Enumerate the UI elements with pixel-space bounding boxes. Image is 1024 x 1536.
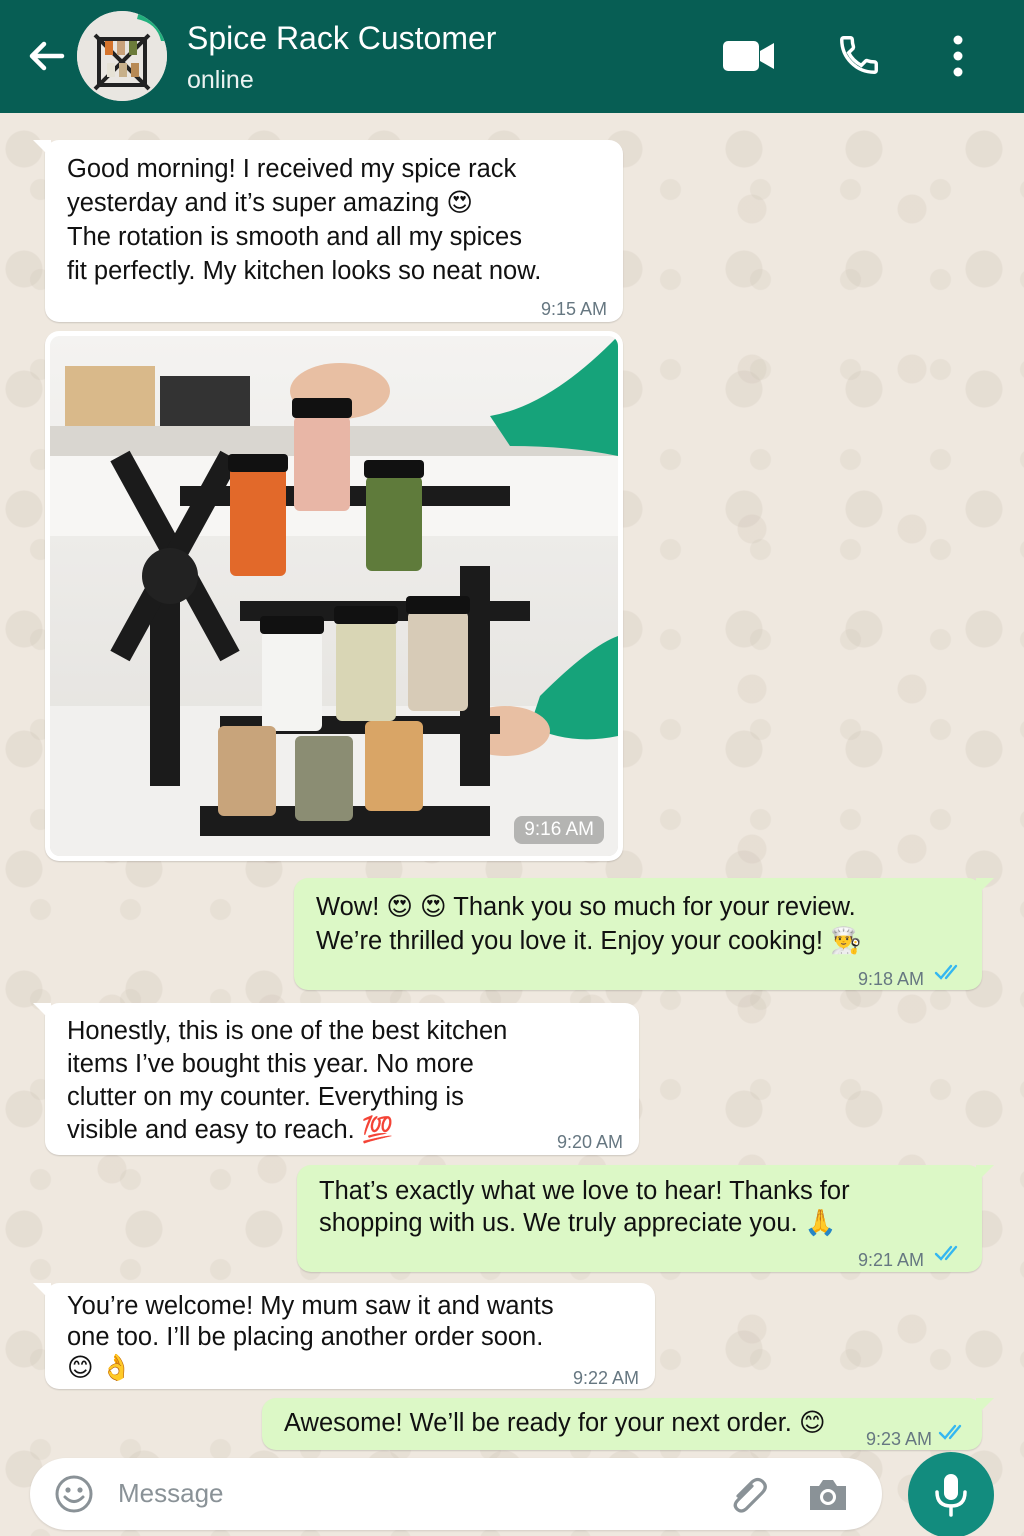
contact-avatar[interactable] [77, 11, 167, 101]
message-line: We’re thrilled you love it. Enjoy your c… [316, 927, 862, 955]
message-line: Honestly, this is one of the best kitche… [67, 1017, 508, 1045]
message-time: 9:21 AM [857, 1250, 924, 1270]
back-arrow-icon[interactable] [24, 34, 68, 78]
more-options-icon[interactable] [948, 34, 968, 78]
chat-header: Spice Rack Customer online [0, 0, 1024, 113]
mic-icon [935, 1474, 967, 1517]
message-line: fit perfectly. My kitchen looks so neat … [67, 257, 542, 285]
message-line: That’s exactly what we love to hear! Tha… [319, 1177, 850, 1205]
double-check-icon [934, 964, 958, 980]
double-check-icon [934, 1245, 958, 1261]
message-time: 9:18 AM [857, 969, 924, 989]
contact-status: online [187, 66, 254, 94]
double-check-icon [938, 1424, 962, 1440]
message-line: items I’ve bought this year. No more [67, 1050, 474, 1078]
message-bubble-outgoing[interactable]: Wow! 😍 😍 Thank you so much for your revi… [294, 878, 994, 990]
message-time: 9:22 AM [572, 1368, 639, 1388]
contact-name[interactable]: Spice Rack Customer [187, 20, 496, 57]
message-line: one too. I’ll be placing another order s… [67, 1323, 544, 1351]
video-call-icon[interactable] [722, 38, 776, 74]
message-composer[interactable]: Message [30, 1458, 882, 1530]
emoji-icon[interactable] [54, 1474, 94, 1514]
spice-rack-photo[interactable]: 9:16 AM [50, 336, 618, 856]
phone-icon[interactable] [836, 32, 882, 78]
attach-icon[interactable] [726, 1474, 770, 1514]
message-time: 9:15 AM [540, 299, 607, 319]
message-bubble-outgoing[interactable]: That’s exactly what we love to hear! Tha… [297, 1165, 994, 1272]
camera-icon[interactable] [806, 1476, 850, 1512]
message-time: 9:20 AM [556, 1132, 623, 1152]
message-time: 9:23 AM [865, 1429, 932, 1449]
message-bubble-incoming[interactable]: Good morning! I received my spice rack y… [33, 140, 623, 322]
message-line: The rotation is smooth and all my spices [67, 223, 522, 251]
voice-record-button[interactable] [908, 1452, 994, 1536]
message-bubble-incoming[interactable]: You’re welcome! My mum saw it and wants … [33, 1283, 655, 1389]
message-line: yesterday and it’s super amazing 😍 [67, 189, 473, 217]
message-line: Good morning! I received my spice rack [67, 155, 517, 183]
message-line: visible and easy to reach. 💯 [67, 1116, 394, 1144]
image-time: 9:16 AM [514, 816, 604, 844]
message-line: Wow! 😍 😍 Thank you so much for your revi… [316, 893, 856, 921]
message-line: shopping with us. We truly appreciate yo… [319, 1209, 837, 1237]
message-line: Awesome! We’ll be ready for your next or… [284, 1409, 826, 1437]
message-bubble-incoming[interactable]: Honestly, this is one of the best kitche… [33, 1003, 639, 1155]
message-line: 😊 👌 [67, 1354, 133, 1382]
message-line: You’re welcome! My mum saw it and wants [67, 1292, 554, 1320]
message-bubble-outgoing[interactable]: Awesome! We’ll be ready for your next or… [262, 1398, 994, 1450]
message-input[interactable]: Message [118, 1478, 224, 1509]
message-line: clutter on my counter. Everything is [67, 1083, 464, 1111]
